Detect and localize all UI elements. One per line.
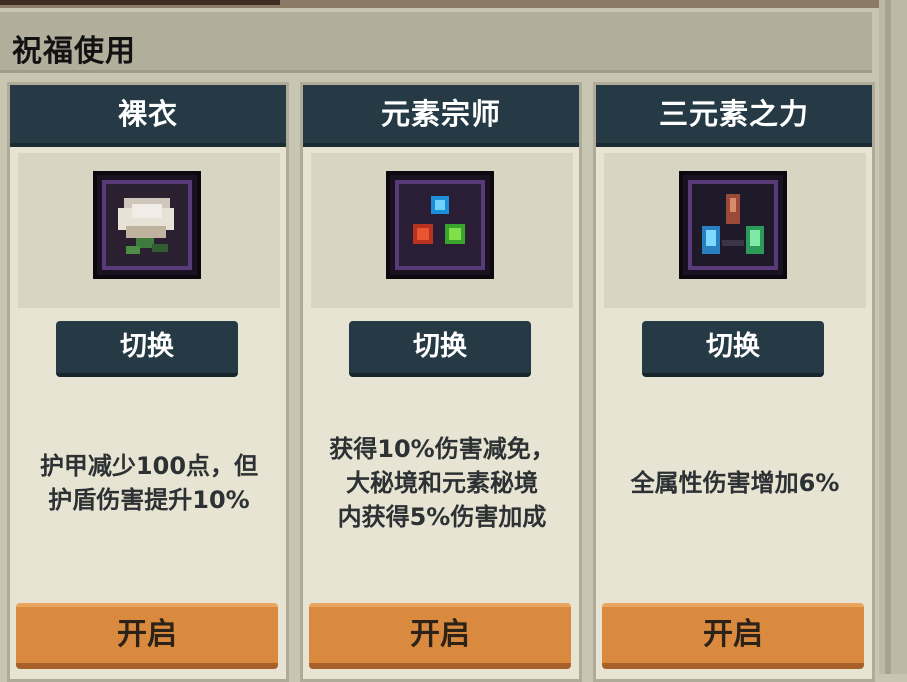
card-title: 裸衣	[10, 85, 286, 147]
open-button[interactable]: 开启	[309, 603, 571, 669]
three-element-crystals-icon	[679, 171, 787, 279]
blessing-card-three-elements: 三元素之力 切换 全属性伤害增加6% 开启	[593, 82, 875, 682]
element-orbs-icon	[386, 171, 494, 279]
section-title: 祝福使用	[12, 34, 136, 69]
card-description: 全属性伤害增加6%	[630, 469, 840, 497]
top-border-dark	[0, 0, 280, 5]
section-header: 祝福使用	[0, 12, 872, 73]
switch-button[interactable]: 切换	[642, 321, 824, 377]
blessing-card-naked: 裸衣 切换 护甲减少100点，但 护盾伤害提升10% 开启	[7, 82, 289, 682]
icon-area	[18, 153, 280, 308]
top-border	[0, 0, 907, 8]
blessing-card-element-master: 元素宗师 切换 获得10%伤害减免， 大秘境和元素秘境 内获得5%伤害加成 开启	[300, 82, 582, 682]
open-button[interactable]: 开启	[16, 603, 278, 669]
open-button[interactable]: 开启	[602, 603, 864, 669]
card-title: 三元素之力	[596, 85, 872, 147]
scrollbar-track[interactable]	[879, 0, 907, 674]
pale-flower-icon	[93, 171, 201, 279]
switch-button[interactable]: 切换	[56, 321, 238, 377]
card-description: 护甲减少100点，但 护盾伤害提升10%	[39, 452, 259, 514]
card-description: 获得10%伤害减免， 大秘境和元素秘境 内获得5%伤害加成	[329, 435, 555, 531]
switch-button[interactable]: 切换	[349, 321, 531, 377]
icon-area	[311, 153, 573, 308]
scrollbar-thumb[interactable]	[885, 0, 891, 674]
icon-area	[604, 153, 866, 308]
card-title: 元素宗师	[303, 85, 579, 147]
